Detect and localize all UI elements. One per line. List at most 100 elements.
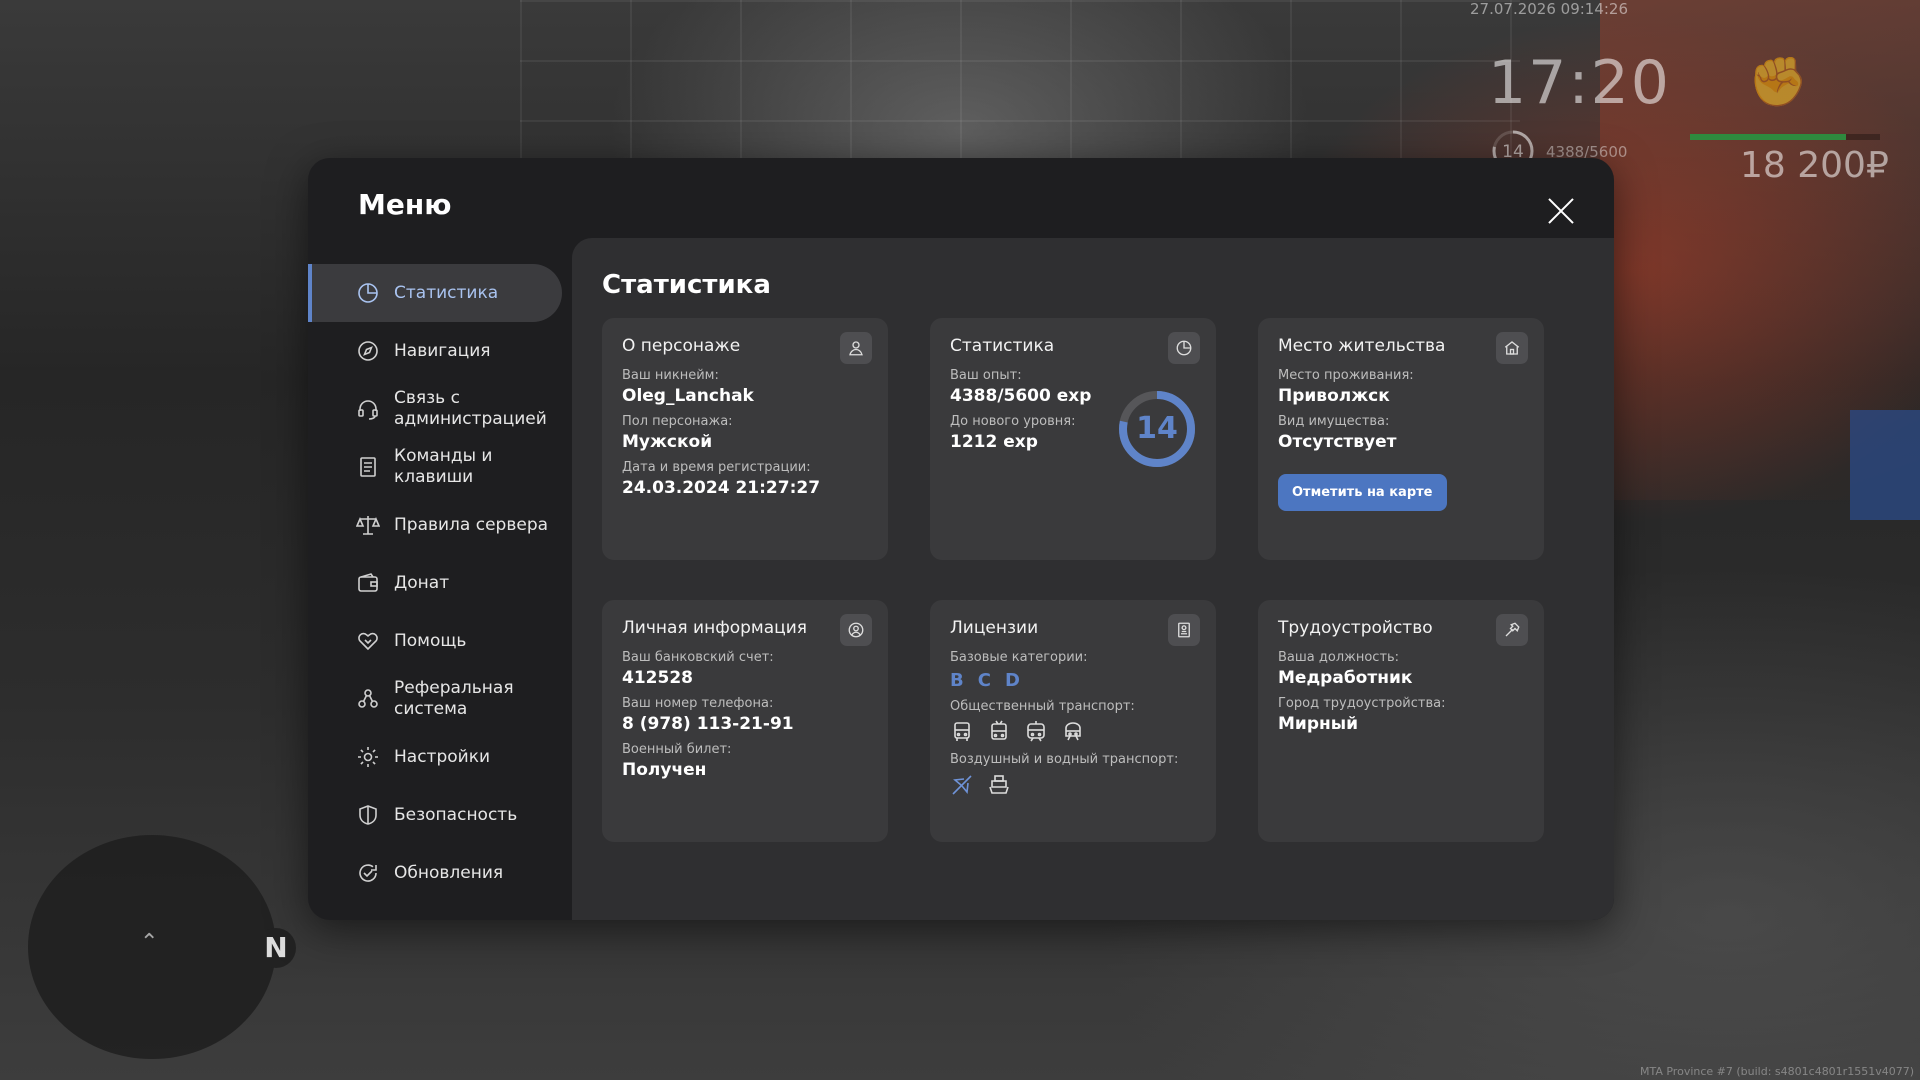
sidebar-item-label: Обновления bbox=[394, 862, 504, 883]
house-icon bbox=[1496, 332, 1528, 364]
boat-icon bbox=[987, 773, 1011, 797]
registration-label: Дата и время регистрации: bbox=[622, 460, 811, 475]
gender-value: Мужской bbox=[622, 432, 713, 452]
position-label: Ваша должность: bbox=[1278, 650, 1400, 665]
tram-icon bbox=[1024, 720, 1048, 744]
hammer-icon bbox=[1496, 614, 1528, 646]
handshake-icon bbox=[356, 629, 380, 653]
content-panel: Статистика О персонаже Ваш никнейм: Oleg… bbox=[572, 238, 1614, 920]
character-card: О персонаже Ваш никнейм: Oleg_Lanchak По… bbox=[602, 318, 888, 560]
sidebar-item-label: Безопасность bbox=[394, 804, 518, 825]
level-number: 14 bbox=[1136, 411, 1178, 446]
sidebar-item-label: Настройки bbox=[394, 746, 491, 767]
trolleybus-icon bbox=[987, 720, 1011, 744]
sidebar-item-donate[interactable]: Донат bbox=[308, 554, 562, 612]
nickname-label: Ваш никнейм: bbox=[622, 368, 719, 383]
menu-title: Меню bbox=[358, 188, 452, 221]
base-categories-label: Базовые категории: bbox=[950, 650, 1088, 665]
public-transport-icons bbox=[950, 720, 1196, 744]
personal-info-card: Личная информация Ваш банковский счет: 4… bbox=[602, 600, 888, 842]
sidebar-item-label: Связь с администрацией bbox=[394, 388, 547, 429]
airplane-icon bbox=[950, 773, 974, 797]
bank-value: 412528 bbox=[622, 668, 693, 688]
residence-place-label: Место проживания: bbox=[1278, 368, 1414, 383]
residence-place-value: Приволжск bbox=[1278, 386, 1390, 406]
health-bar-fill bbox=[1690, 134, 1846, 140]
sidebar-item-label: Команды и клавиши bbox=[394, 446, 493, 487]
sidebar-item-statistics[interactable]: Статистика bbox=[308, 264, 562, 322]
sidebar-item-label: Реферальная система bbox=[394, 678, 514, 719]
phone-label: Ваш номер телефона: bbox=[622, 696, 774, 711]
refresh-check-icon bbox=[356, 861, 380, 885]
menu-window: Меню Статистика Навигация Связь с админи… bbox=[308, 158, 1614, 920]
sidebar: Статистика Навигация Связь с администрац… bbox=[308, 264, 562, 902]
id-card-icon bbox=[1168, 614, 1200, 646]
card-title: Трудоустройство bbox=[1278, 618, 1433, 638]
compass-icon bbox=[356, 339, 380, 363]
user-circle-icon bbox=[840, 614, 872, 646]
referral-icon bbox=[356, 687, 380, 711]
public-transport-label: Общественный транспорт: bbox=[950, 699, 1135, 714]
wallet-icon bbox=[356, 571, 380, 595]
phone-value: 8 (978) 113-21-91 bbox=[622, 714, 794, 734]
sidebar-item-navigation[interactable]: Навигация bbox=[308, 322, 562, 380]
sidebar-item-security[interactable]: Безопасность bbox=[308, 786, 562, 844]
registration-value: 24.03.2024 21:27:27 bbox=[622, 478, 821, 498]
user-icon bbox=[840, 332, 872, 364]
job-city-label: Город трудоустройства: bbox=[1278, 696, 1446, 711]
document-icon bbox=[356, 455, 380, 479]
card-title: Статистика bbox=[950, 336, 1055, 356]
position-value: Медработник bbox=[1278, 668, 1413, 688]
sidebar-item-updates[interactable]: Обновления bbox=[308, 844, 562, 902]
card-title: Лицензии bbox=[950, 618, 1039, 638]
card-title: Место жительства bbox=[1278, 336, 1446, 356]
property-label: Вид имущества: bbox=[1278, 414, 1390, 429]
property-value: Отсутствует bbox=[1278, 432, 1397, 452]
close-button[interactable] bbox=[1544, 194, 1578, 228]
employment-card: Трудоустройство Ваша должность: Медработ… bbox=[1258, 600, 1544, 842]
sidebar-item-label: Навигация bbox=[394, 340, 491, 361]
military-value: Получен bbox=[622, 760, 707, 780]
bus-icon bbox=[950, 720, 974, 744]
sidebar-item-admin-contact[interactable]: Связь с администрацией bbox=[308, 380, 562, 438]
bank-label: Ваш банковский счет: bbox=[622, 650, 774, 665]
gear-icon bbox=[356, 745, 380, 769]
stats-card: Статистика Ваш опыт: 4388/5600 exp До но… bbox=[930, 318, 1216, 560]
hud-money: 18 200₽ bbox=[1740, 145, 1889, 186]
metro-train-icon bbox=[1061, 720, 1085, 744]
build-info: MTA Province #7 (build: s4801c4801r1551v… bbox=[1639, 1065, 1914, 1078]
scales-icon bbox=[356, 513, 380, 537]
health-bar bbox=[1690, 134, 1880, 140]
nickname-value: Oleg_Lanchak bbox=[622, 386, 754, 406]
sidebar-item-label: Донат bbox=[394, 572, 450, 593]
page-title: Статистика bbox=[602, 270, 771, 300]
headset-icon bbox=[356, 397, 380, 421]
background-sign bbox=[1850, 410, 1920, 520]
sidebar-item-settings[interactable]: Настройки bbox=[308, 728, 562, 786]
sidebar-item-label: Статистика bbox=[394, 282, 499, 303]
sidebar-item-commands[interactable]: Команды и клавиши bbox=[308, 438, 562, 496]
air-water-transport-label: Воздушный и водный транспорт: bbox=[950, 752, 1179, 767]
military-label: Военный билет: bbox=[622, 742, 732, 757]
sidebar-item-help[interactable]: Помощь bbox=[308, 612, 562, 670]
sidebar-item-label: Правила сервера bbox=[394, 514, 549, 535]
sidebar-item-referral[interactable]: Реферальная система bbox=[308, 670, 562, 728]
license-category-c: C bbox=[977, 670, 991, 691]
shield-icon bbox=[356, 803, 380, 827]
license-category-d: D bbox=[1004, 670, 1020, 691]
pie-chart-icon bbox=[356, 281, 380, 305]
exp-label: Ваш опыт: bbox=[950, 368, 1022, 383]
pie-chart-icon bbox=[1168, 332, 1200, 364]
background-ceiling bbox=[520, 0, 1520, 160]
sidebar-item-label: Помощь bbox=[394, 630, 467, 651]
card-title: О персонаже bbox=[622, 336, 741, 356]
license-categories: B C D bbox=[950, 670, 1196, 691]
gender-label: Пол персонажа: bbox=[622, 414, 733, 429]
mark-on-map-button[interactable]: Отметить на карте bbox=[1278, 474, 1447, 511]
sidebar-item-rules[interactable]: Правила сервера bbox=[308, 496, 562, 554]
north-marker: N bbox=[256, 928, 296, 968]
job-city-value: Мирный bbox=[1278, 714, 1359, 734]
air-water-transport-icons bbox=[950, 773, 1196, 797]
fist-icon: ✊ bbox=[1748, 54, 1808, 110]
card-title: Личная информация bbox=[622, 618, 808, 638]
